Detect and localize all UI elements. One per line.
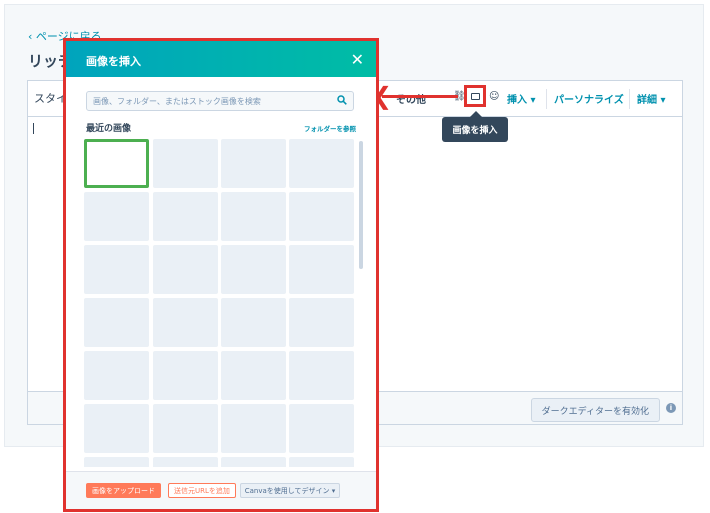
text-cursor (33, 123, 34, 134)
toolbar-divider (546, 89, 547, 109)
enable-dark-editor-button[interactable]: ダークエディターを有効化 (530, 398, 660, 422)
highlight-outline (63, 38, 379, 512)
annotation-arrow-line (382, 95, 458, 98)
image-icon (470, 92, 480, 100)
insert-image-button[interactable] (464, 85, 486, 107)
emoji-icon[interactable]: ☺ (489, 91, 499, 102)
insert-menu[interactable]: 挿入 ▾ (507, 91, 536, 106)
details-menu[interactable]: 詳細 ▾ (637, 91, 666, 106)
page-title: リッチテキスト (28, 52, 68, 70)
more-menu[interactable]: その他 (396, 91, 426, 106)
info-icon[interactable]: i (666, 403, 676, 413)
insert-image-tooltip: 画像を挿入 (442, 111, 508, 142)
personalize-menu[interactable]: パーソナライズ (554, 91, 624, 106)
toolbar-divider (629, 89, 630, 109)
